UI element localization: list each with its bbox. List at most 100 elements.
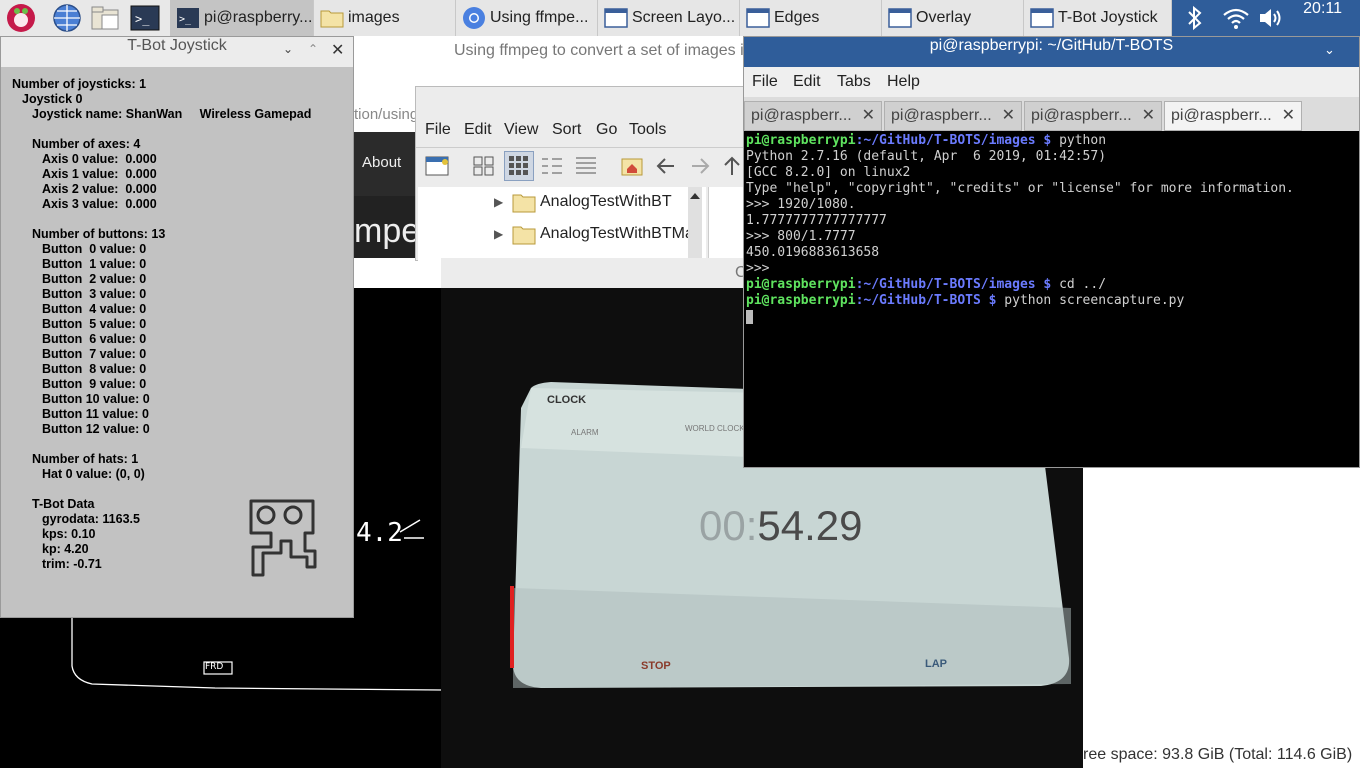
folder-icon <box>512 192 536 218</box>
joystick-index: Joystick 0 <box>22 92 83 106</box>
terminal-output[interactable]: pi@raspberrypi:~/GitHub/T-BOTS/images $ … <box>746 133 1358 463</box>
button-value: Button 6 value: 0 <box>42 332 147 346</box>
button-value: Button 11 value: 0 <box>42 407 149 421</box>
task-chromium[interactable]: Using ffmpe... <box>456 0 598 36</box>
terminal-line: Python 2.7.16 (default, Apr 6 2019, 01:4… <box>746 149 1107 164</box>
folder-icon <box>320 6 344 30</box>
joystick-window-title: T-Bot Joystick <box>127 37 227 54</box>
chevron-down-icon[interactable]: ⌄ <box>1324 43 1335 58</box>
terminal-line: pi@raspberrypi:~/GitHub/T-BOTS/images $ … <box>746 133 1107 148</box>
terminal-line: Type "help", "copyright", "credits" or "… <box>746 181 1294 196</box>
browser-nav-bar: About <box>354 132 416 196</box>
terminal-tab[interactable]: pi@raspberr... ✕ <box>744 101 882 131</box>
minimize-icon[interactable]: ⌄ <box>283 42 293 56</box>
button-value: Button 2 value: 0 <box>42 272 147 286</box>
close-icon[interactable]: ✕ <box>1282 102 1295 130</box>
task-edges[interactable]: Edges <box>740 0 882 36</box>
expand-arrow-icon[interactable]: ▶ <box>494 195 503 209</box>
fm-menu-view[interactable]: View <box>504 121 538 139</box>
folder-icon <box>512 224 536 250</box>
kps-value: kps: 0.10 <box>42 527 96 541</box>
display-stop-button: STOP <box>641 660 671 672</box>
file-manager-launcher-icon[interactable] <box>90 3 120 33</box>
up-arrow-icon[interactable] <box>720 154 744 182</box>
terminal-line: >>> 1920/1080. <box>746 197 856 212</box>
svg-text:>_: >_ <box>135 12 150 26</box>
terminal-launcher-icon[interactable]: >_ <box>130 3 160 33</box>
fm-file-pane[interactable] <box>708 187 745 262</box>
volume-icon[interactable] <box>1258 6 1286 34</box>
fm-menu-tools[interactable]: Tools <box>629 121 666 139</box>
hats-count: Number of hats: 1 <box>32 452 139 466</box>
expand-arrow-icon[interactable]: ▶ <box>494 227 503 241</box>
joystick-titlebar[interactable]: T-Bot Joystick ⌄ ⌃ ✕ <box>1 37 353 67</box>
bluetooth-icon[interactable] <box>1184 5 1206 35</box>
fm-menu-edit[interactable]: Edit <box>464 121 492 139</box>
display-tab-world-clock: WORLD CLOCK <box>685 424 745 433</box>
back-arrow-icon[interactable] <box>654 154 678 182</box>
stopwatch-seconds: 54.29 <box>757 502 863 549</box>
fm-directory-tree: ▶ AnalogTestWithBT ▶ AnalogTestWithBTMa <box>418 187 706 262</box>
terminal-tab[interactable]: pi@raspberr... ✕ <box>1024 101 1162 131</box>
stopwatch-readout: 00:54.29 <box>699 502 863 550</box>
list-view-icon[interactable] <box>574 154 598 182</box>
icon-view-icon[interactable] <box>472 154 496 182</box>
browser-nav-about[interactable]: About <box>362 154 401 171</box>
stopwatch-minutes: 00: <box>699 502 758 549</box>
close-icon[interactable]: ✕ <box>1142 102 1155 130</box>
thumbnail-view-icon[interactable] <box>504 151 534 181</box>
task-overlay[interactable]: Overlay <box>882 0 1024 36</box>
fm-menu-sort[interactable]: Sort <box>552 121 581 139</box>
system-tray: 20:11 <box>1172 0 1360 36</box>
terminal-line: [GCC 8.2.0] on linux2 <box>746 165 911 180</box>
terminal-cursor-line <box>746 309 1358 325</box>
terminal-window: pi@raspberrypi: ~/GitHub/T-BOTS ⌄ File E… <box>743 36 1360 468</box>
terminal-line: >>> <box>746 261 770 276</box>
wifi-icon[interactable] <box>1222 6 1250 34</box>
window-icon <box>1030 6 1054 30</box>
forward-arrow-icon[interactable] <box>688 154 712 182</box>
task-label: Using ffmpe... <box>490 9 589 26</box>
browser-launcher-icon[interactable] <box>52 3 82 33</box>
terminal-tab-label: pi@raspberr... <box>751 107 852 124</box>
fm-menu-go[interactable]: Go <box>596 121 617 139</box>
clock[interactable]: 20:11 <box>1303 0 1342 18</box>
terminal-titlebar[interactable]: pi@raspberrypi: ~/GitHub/T-BOTS ⌄ <box>744 37 1359 67</box>
task-images[interactable]: images <box>314 0 456 36</box>
fm-tree-scrollbar[interactable] <box>688 187 702 262</box>
home-icon[interactable] <box>620 154 644 182</box>
terminal-window-title: pi@raspberrypi: ~/GitHub/T-BOTS <box>929 37 1174 54</box>
maximize-icon[interactable]: ⌃ <box>308 42 318 56</box>
task-tbot-joystick[interactable]: T-Bot Joystick <box>1024 0 1172 36</box>
terminal-tab-active[interactable]: pi@raspberr... ✕ <box>1164 101 1302 131</box>
terminal-line: pi@raspberrypi:~/GitHub/T-BOTS/images $ … <box>746 277 1107 292</box>
tbot-joystick-window: T-Bot Joystick ⌄ ⌃ ✕ Number of joysticks… <box>0 36 354 618</box>
task-screen-layout[interactable]: Screen Layo... <box>598 0 740 36</box>
task-terminal[interactable]: >_ pi@raspberry... <box>170 0 314 36</box>
browser-url-fragment[interactable]: tion/using <box>354 106 418 123</box>
terminal-menu-tabs[interactable]: Tabs <box>837 73 871 91</box>
terminal-menu-file[interactable]: File <box>752 73 778 91</box>
file-manager-status: ree space: 93.8 GiB (Total: 114.6 GiB) <box>1083 742 1360 768</box>
axis-value: Axis 0 value: 0.000 <box>42 152 157 166</box>
terminal-menu-edit[interactable]: Edit <box>793 73 821 91</box>
compact-view-icon[interactable] <box>540 154 564 182</box>
terminal-menu-help[interactable]: Help <box>887 73 920 91</box>
axis-value: Axis 3 value: 0.000 <box>42 197 157 211</box>
terminal-tab-label: pi@raspberr... <box>1171 107 1272 124</box>
button-value: Button 4 value: 0 <box>42 302 147 316</box>
fm-menu-file[interactable]: File <box>425 121 451 139</box>
close-icon[interactable]: ✕ <box>1002 102 1015 130</box>
display-lap-button: LAP <box>925 658 947 670</box>
close-icon[interactable]: ✕ <box>331 40 344 59</box>
joystick-count: Number of joysticks: 1 <box>12 77 147 91</box>
raspberry-menu-icon[interactable] <box>6 3 36 33</box>
button-value: Button 8 value: 0 <box>42 362 147 376</box>
folder-item[interactable]: AnalogTestWithBT <box>540 193 672 211</box>
new-window-icon[interactable] <box>425 154 451 182</box>
button-value: Button 7 value: 0 <box>42 347 147 361</box>
terminal-tab[interactable]: pi@raspberr... ✕ <box>884 101 1022 131</box>
button-value: Button 1 value: 0 <box>42 257 147 271</box>
folder-item[interactable]: AnalogTestWithBTMa <box>540 225 694 243</box>
close-icon[interactable]: ✕ <box>862 102 875 130</box>
